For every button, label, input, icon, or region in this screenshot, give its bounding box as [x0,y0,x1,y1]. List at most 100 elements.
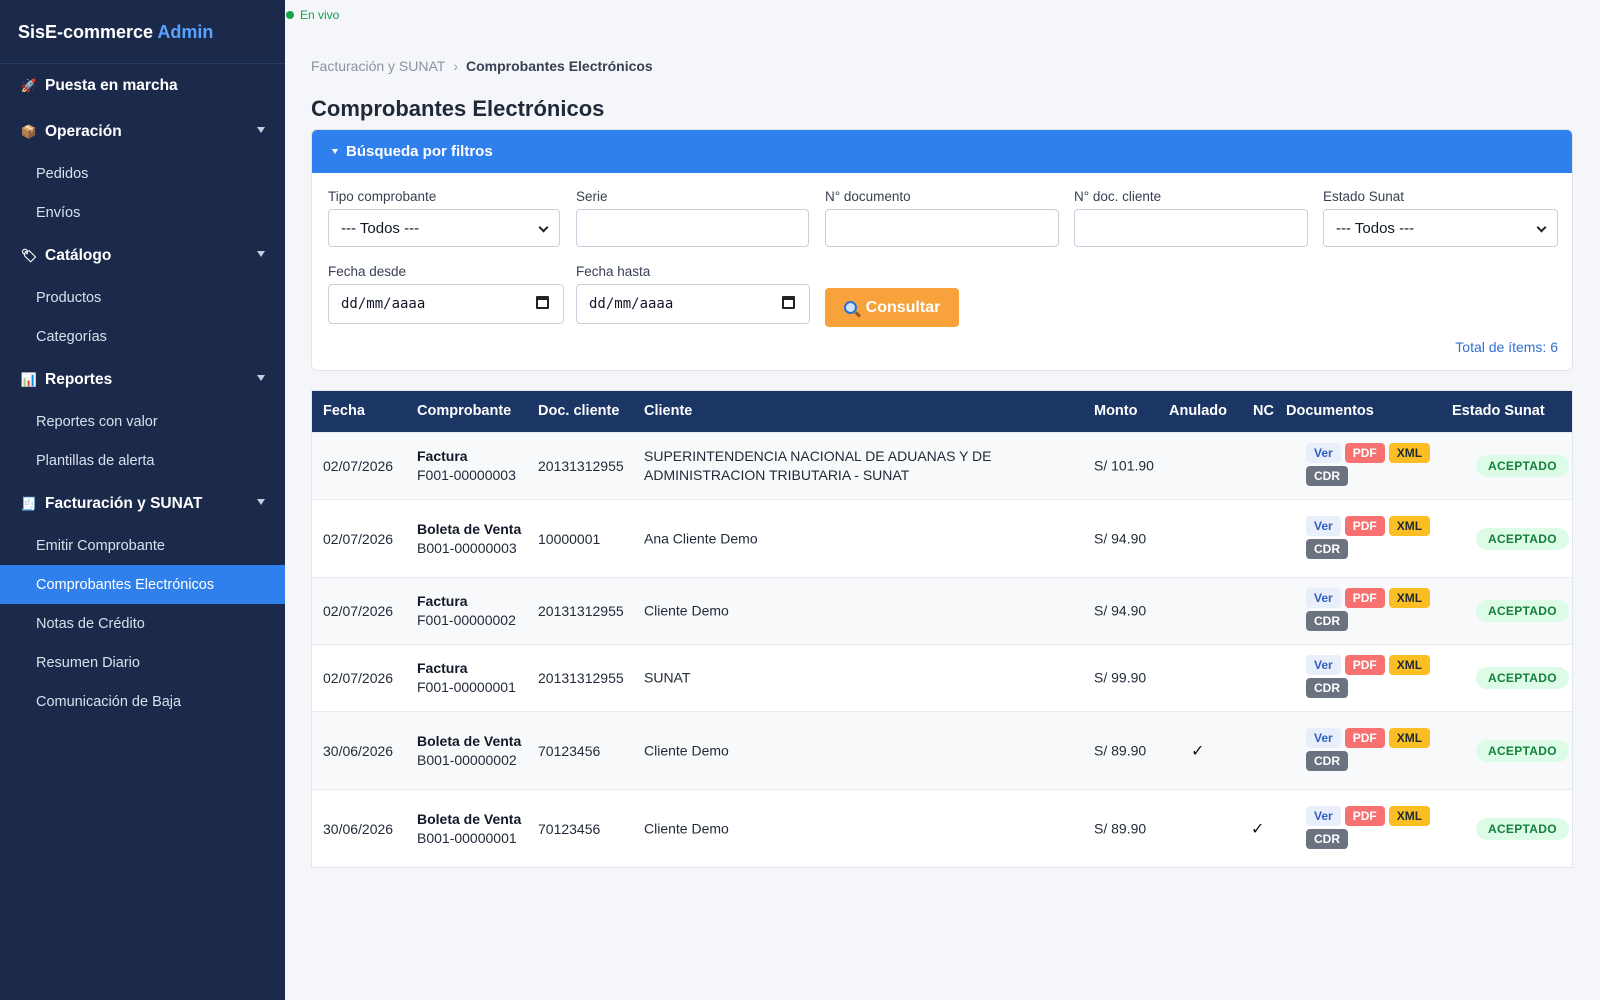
sidebar-item-reportes-con-valor[interactable]: Reportes con valor [0,402,285,441]
cdr-button[interactable]: CDR [1306,466,1348,486]
tipo-comprobante-label: Tipo comprobante [328,189,437,204]
cliente-cell: Cliente Demo [644,742,729,758]
ndoc-field: N° documento [825,189,1059,247]
ndoc-input[interactable] [825,209,1059,247]
table-row[interactable]: 02/07/2026 Factura F001-00000001 2013131295… [312,644,1572,711]
pdf-button[interactable]: PDF [1344,727,1385,748]
pdf-button[interactable]: PDF [1344,588,1385,608]
doc-cliente-cell: 20131312955 [538,603,624,619]
fecha-cell: 02/07/2026 [323,670,394,686]
column-header-comprobante: Comprobante [417,403,512,419]
badge-row: CDR [1306,611,1446,631]
cdr-button[interactable]: CDR [1306,750,1348,771]
fecha-cell: 02/07/2026 [323,458,394,474]
pdf-button[interactable]: PDF [1344,655,1385,675]
comprobante-cell: Boleta de Venta B001-00000002 [417,732,527,770]
filter-toggle[interactable]: Búsqueda por filtros [312,130,1572,173]
ver-button[interactable]: Ver [1306,655,1341,675]
page-title: Comprobantes Electrónicos [311,96,605,121]
cdr-button[interactable]: CDR [1306,538,1348,559]
sidebar-item-productos[interactable]: Productos [0,278,285,317]
estado-sunat-select[interactable]: --- Todos --- [1323,209,1558,247]
table-row[interactable]: 02/07/2026 Boleta de Venta B001-00000003 10… [312,499,1572,577]
tipo-comprobante-value: --- Todos --- [341,219,420,237]
badge-row: CDR [1306,538,1446,559]
ver-button[interactable]: Ver [1306,515,1341,536]
sidebar-section-label: Catálogo [45,247,112,264]
brand-logo[interactable]: SisE-commerce Admin [0,0,285,64]
live-indicator: En vivo [286,8,339,22]
pdf-button[interactable]: PDF [1344,443,1385,463]
fecha-hasta-input[interactable]: dd/mm/aaaa [576,284,810,324]
sidebar-section-facturacion-y-sunat[interactable]: 🧾 Facturación y SUNAT [0,482,285,526]
sidebar-item-comunicacion-de-baja[interactable]: Comunicación de Baja [0,682,285,721]
xml-button[interactable]: XML [1388,655,1431,675]
badge-row: CDR [1306,466,1446,486]
xml-button[interactable]: XML [1388,443,1431,463]
status-badge: ACEPTADO [1476,817,1569,840]
brand-name: SisE-commerce [18,22,154,42]
monto-cell: S/ 94.90 [1094,530,1147,546]
live-dot-icon [286,11,294,19]
bar-chart-icon: 📊 [20,372,38,387]
sidebar-item-categorias[interactable]: Categorías [0,317,285,356]
xml-button[interactable]: XML [1388,515,1431,536]
consultar-button[interactable]: Consultar [825,288,959,327]
fecha-cell: 30/06/2026 [323,742,394,759]
fecha-desde-field: Fecha desde dd/mm/aaaa [328,264,564,324]
table-row[interactable]: 30/06/2026 Boleta de Venta B001-00000002 70… [312,711,1572,789]
comprobante-type: Boleta de Venta [417,520,522,537]
serie-field: Serie [576,189,809,247]
chevron-down-icon [1536,222,1547,233]
table-row[interactable]: 30/06/2026 Boleta de Venta B001-00000001 70… [312,789,1572,867]
sidebar-section-reportes[interactable]: 📊 Reportes [0,358,285,402]
table-row[interactable]: 02/07/2026 Factura F001-00000003 2013131295… [312,432,1572,499]
table-row[interactable]: 02/07/2026 Factura F001-00000002 2013131295… [312,577,1572,644]
cdr-button[interactable]: CDR [1306,678,1348,698]
breadcrumb-parent[interactable]: Facturación y SUNAT [311,58,445,74]
comprobante-type: Factura [417,593,468,609]
ver-button[interactable]: Ver [1306,443,1341,463]
comprobantes-table: Fecha Comprobante Doc. cliente Cliente Monto… [311,390,1573,868]
sidebar-item-resumen-diario[interactable]: Resumen Diario [0,643,285,682]
sidebar-section-puesta-en-marcha[interactable]: 🚀 Puesta en marcha [0,64,285,108]
xml-button[interactable]: XML [1388,588,1431,608]
sidebar-item-comprobantes-electronicos[interactable]: Comprobantes Electrónicos [0,565,285,604]
xml-button[interactable]: XML [1388,805,1431,826]
fecha-desde-value: dd/mm/aaaa [341,296,426,312]
ver-button[interactable]: Ver [1306,805,1341,826]
xml-button[interactable]: XML [1388,727,1431,748]
fecha-desde-input[interactable]: dd/mm/aaaa [328,284,564,324]
serie-input[interactable] [576,209,809,247]
pdf-button[interactable]: PDF [1344,515,1385,536]
sidebar-item-envios[interactable]: Envíos [0,193,285,232]
cliente-cell: Ana Cliente Demo [644,530,758,546]
ver-button[interactable]: Ver [1306,588,1341,608]
tipo-comprobante-select[interactable]: --- Todos --- [328,209,560,247]
cdr-button[interactable]: CDR [1306,828,1348,849]
ndoc-cliente-input[interactable] [1074,209,1308,247]
sidebar-section-catalogo[interactable]: 🏷 Catálogo [0,234,285,278]
breadcrumb-separator: › [453,58,459,74]
fecha-cell: 02/07/2026 [323,530,394,547]
calendar-icon[interactable] [782,296,795,309]
caret-down-icon [257,251,265,257]
sidebar-nav: 🚀 Puesta en marcha 📦 Operación Pedidos Envíos… [0,64,285,721]
pdf-button[interactable]: PDF [1344,805,1385,826]
sidebar-section-operacion[interactable]: 📦 Operación [0,110,285,154]
search-icon [843,301,857,314]
ver-button[interactable]: Ver [1306,727,1341,748]
badge-row: Ver PDF XML [1306,515,1446,536]
sidebar-item-notas-de-credito[interactable]: Notas de Crédito [0,604,285,643]
sidebar-item-plantillas-de-alerta[interactable]: Plantillas de alerta [0,441,285,480]
column-header-documentos: Documentos [1286,403,1374,419]
column-header-fecha: Fecha [323,403,365,419]
sidebar-item-emitir-comprobante[interactable]: Emitir Comprobante [0,526,285,565]
calendar-icon[interactable] [536,296,549,309]
receipt-icon: 🧾 [20,496,38,511]
ndoc-cliente-label: N° doc. cliente [1074,189,1162,204]
live-label: En vivo [300,8,340,22]
sidebar-item-pedidos[interactable]: Pedidos [0,154,285,193]
status-badge: ACEPTADO [1476,455,1569,477]
cdr-button[interactable]: CDR [1306,611,1348,631]
